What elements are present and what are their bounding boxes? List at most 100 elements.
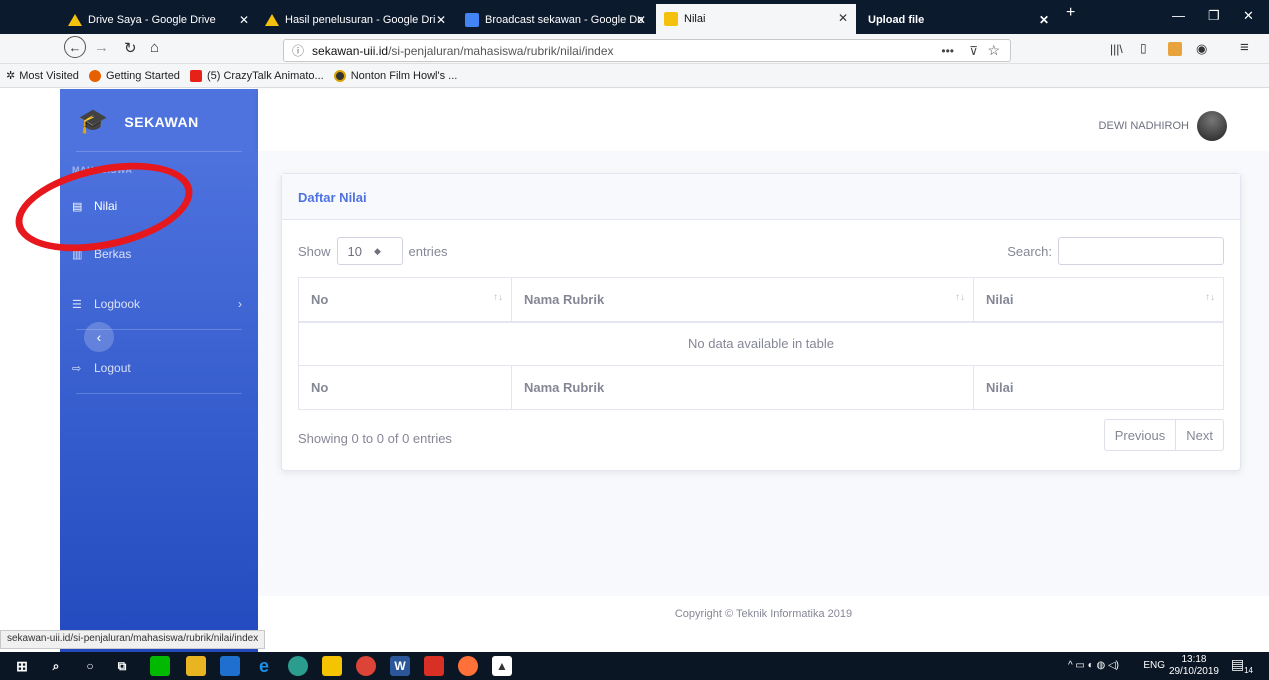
close-icon[interactable]: ✕ <box>436 13 446 27</box>
chrome-icon[interactable] <box>356 656 376 676</box>
bookmark-label: Most Visited <box>19 69 79 82</box>
reload-icon[interactable]: ↻ <box>124 39 137 57</box>
column-header-no[interactable]: No ↑↓ <box>298 277 512 323</box>
sidebar-toggle-icon[interactable]: ▯ <box>1140 41 1147 55</box>
sidebar-divider <box>76 151 242 152</box>
clock[interactable]: 13:18 29/10/2019 <box>1169 654 1219 678</box>
forward-icon[interactable]: → <box>94 39 109 56</box>
notification-icon[interactable]: ▤14 <box>1231 656 1253 675</box>
system-tray-icons[interactable]: ^ ▭ ◐ ◍ ◁) <box>1068 660 1119 671</box>
windows-taskbar: ⊞ ⌕ ○ ⧉ e W ▲ ^ ▭ ◐ ◍ ◁) ENG 13:18 29/10… <box>0 652 1269 680</box>
file-explorer-icon[interactable] <box>186 656 206 676</box>
footer-label-no: No <box>298 365 512 410</box>
search-input[interactable] <box>1058 237 1224 265</box>
next-button[interactable]: Next <box>1176 419 1224 451</box>
window-close-icon[interactable]: ✕ <box>1243 8 1254 24</box>
new-tab-icon[interactable]: + <box>1066 4 1075 22</box>
restore-icon[interactable]: ❐ <box>1208 8 1220 24</box>
word-icon[interactable]: W <box>390 656 410 676</box>
bookmark-most-visited[interactable]: ✲ Most Visited <box>6 69 79 83</box>
sidebar-item-logout[interactable]: ⇨ Logout <box>72 361 242 375</box>
sort-icon: ↑↓ <box>493 292 503 303</box>
firefox-icon[interactable] <box>458 656 478 676</box>
user-menu[interactable]: DEWI NADHIROH <box>1099 111 1227 141</box>
bookmark-crazytalk[interactable]: (5) CrazyTalk Animato... <box>189 69 324 82</box>
copyright-text: Copyright © Teknik Informatika 2019 <box>674 608 853 620</box>
avatar[interactable] <box>1197 111 1227 141</box>
bookmark-getting-started[interactable]: Getting Started <box>88 69 180 82</box>
table-info: Showing 0 to 0 of 0 entries <box>298 431 452 446</box>
home-icon[interactable]: ⌂ <box>150 39 159 56</box>
brand[interactable]: 🎓 SEKAWAN <box>78 107 199 136</box>
user-name: DEWI NADHIROH <box>1098 120 1189 132</box>
google-drive-icon <box>68 14 82 26</box>
column-label: No <box>311 291 329 307</box>
account-icon[interactable]: ◉ <box>1196 41 1207 57</box>
close-icon[interactable]: ✕ <box>1039 13 1049 27</box>
sidebar-item-label: Logout <box>94 361 131 375</box>
empty-message: No data available in table <box>298 321 1224 366</box>
url-host: sekawan-uii.id <box>312 43 389 58</box>
table-row: No data available in table <box>298 321 1224 366</box>
close-icon[interactable]: ✕ <box>239 13 249 27</box>
photos-icon[interactable]: ▲ <box>492 656 512 676</box>
sidebar-toggle-button[interactable]: ‹ <box>84 322 114 352</box>
line-app-icon[interactable] <box>150 656 170 676</box>
tab-broadcast-sekawan[interactable]: Broadcast sekawan - Google Do ✕ <box>457 6 654 34</box>
tab-title: Upload file <box>868 14 925 26</box>
table-footer-row: No Nama Rubrik Nilai <box>298 365 1224 410</box>
sticky-notes-icon[interactable] <box>322 656 342 676</box>
task-view-icon[interactable]: ⧉ <box>112 656 132 676</box>
footer-label-nilai: Nilai <box>973 365 1224 410</box>
cortana-icon[interactable]: ○ <box>80 656 100 676</box>
browser-tab-bar: Drive Saya - Google Drive ✕ Hasil penelu… <box>0 0 1269 34</box>
tab-title: Broadcast sekawan - Google Do <box>485 14 644 26</box>
close-icon[interactable]: ✕ <box>636 13 646 27</box>
windows-start-icon[interactable]: ⊞ <box>12 656 32 676</box>
column-header-nama-rubrik[interactable]: Nama Rubrik ↑↓ <box>511 277 974 323</box>
entries-select[interactable]: 10 ◆ <box>336 237 403 265</box>
entries-label: entries <box>408 243 448 259</box>
address-bar[interactable]: ⓘ sekawan-uii.id/si-penjaluran/mahasiswa… <box>283 39 1011 62</box>
status-bar-url: sekawan-uii.id/si-penjaluran/mahasiswa/r… <box>0 630 266 649</box>
acrobat-icon[interactable] <box>424 656 444 676</box>
tab-drive-saya[interactable]: Drive Saya - Google Drive ✕ <box>60 6 257 34</box>
chevron-right-icon: › <box>238 297 242 311</box>
info-icon[interactable]: ⓘ <box>292 42 304 59</box>
chevron-left-icon: ‹ <box>96 329 102 345</box>
card-title: Daftar Nilai <box>282 174 1240 220</box>
column-label: Nilai <box>986 291 1014 307</box>
bookmark-star-icon[interactable]: ☆ <box>987 42 1000 59</box>
graduation-cap-icon: 🎓 <box>78 108 109 135</box>
minimize-icon[interactable]: — <box>1172 8 1185 23</box>
search-icon[interactable]: ⌕ <box>46 656 66 676</box>
search-label: Search: <box>1007 243 1052 259</box>
library-icon[interactable]: |||\ <box>1110 42 1123 56</box>
tab-title: Drive Saya - Google Drive <box>88 14 216 26</box>
tab-upload-file[interactable]: Upload file ✕ <box>860 6 1057 34</box>
whatsapp-icon[interactable] <box>288 656 308 676</box>
tab-hasil-penelusuran[interactable]: Hasil penelusuran - Google Dri ✕ <box>257 6 454 34</box>
bookmark-nonton-film[interactable]: Nonton Film Howl's ... <box>333 69 458 82</box>
tab-nilai[interactable]: Nilai ✕ <box>656 4 856 34</box>
sidebar-item-logbook[interactable]: ☰ Logbook › <box>72 297 242 311</box>
entries-value: 10 <box>347 243 362 259</box>
google-docs-icon <box>465 13 479 27</box>
length-control: Show 10 ◆ entries <box>298 237 448 265</box>
store-icon[interactable] <box>220 656 240 676</box>
edge-icon[interactable]: e <box>254 656 274 676</box>
gear-icon: ✲ <box>6 70 16 82</box>
menu-icon[interactable]: ≡ <box>1240 39 1249 56</box>
column-header-nilai[interactable]: Nilai ↑↓ <box>973 277 1224 323</box>
extension-icon[interactable] <box>1168 42 1182 56</box>
bookmark-label: Nonton Film Howl's ... <box>350 69 458 82</box>
language-indicator[interactable]: ENG <box>1143 660 1165 671</box>
back-icon[interactable]: ← <box>64 36 86 58</box>
previous-button[interactable]: Previous <box>1103 419 1177 451</box>
page-actions-icon[interactable]: ••• <box>941 44 954 58</box>
tab-title: Nilai <box>684 13 706 25</box>
google-drive-icon <box>265 14 279 26</box>
close-icon[interactable]: ✕ <box>838 11 848 25</box>
clock-date: 29/10/2019 <box>1168 666 1219 677</box>
pocket-icon[interactable]: ⊽ <box>969 44 978 58</box>
